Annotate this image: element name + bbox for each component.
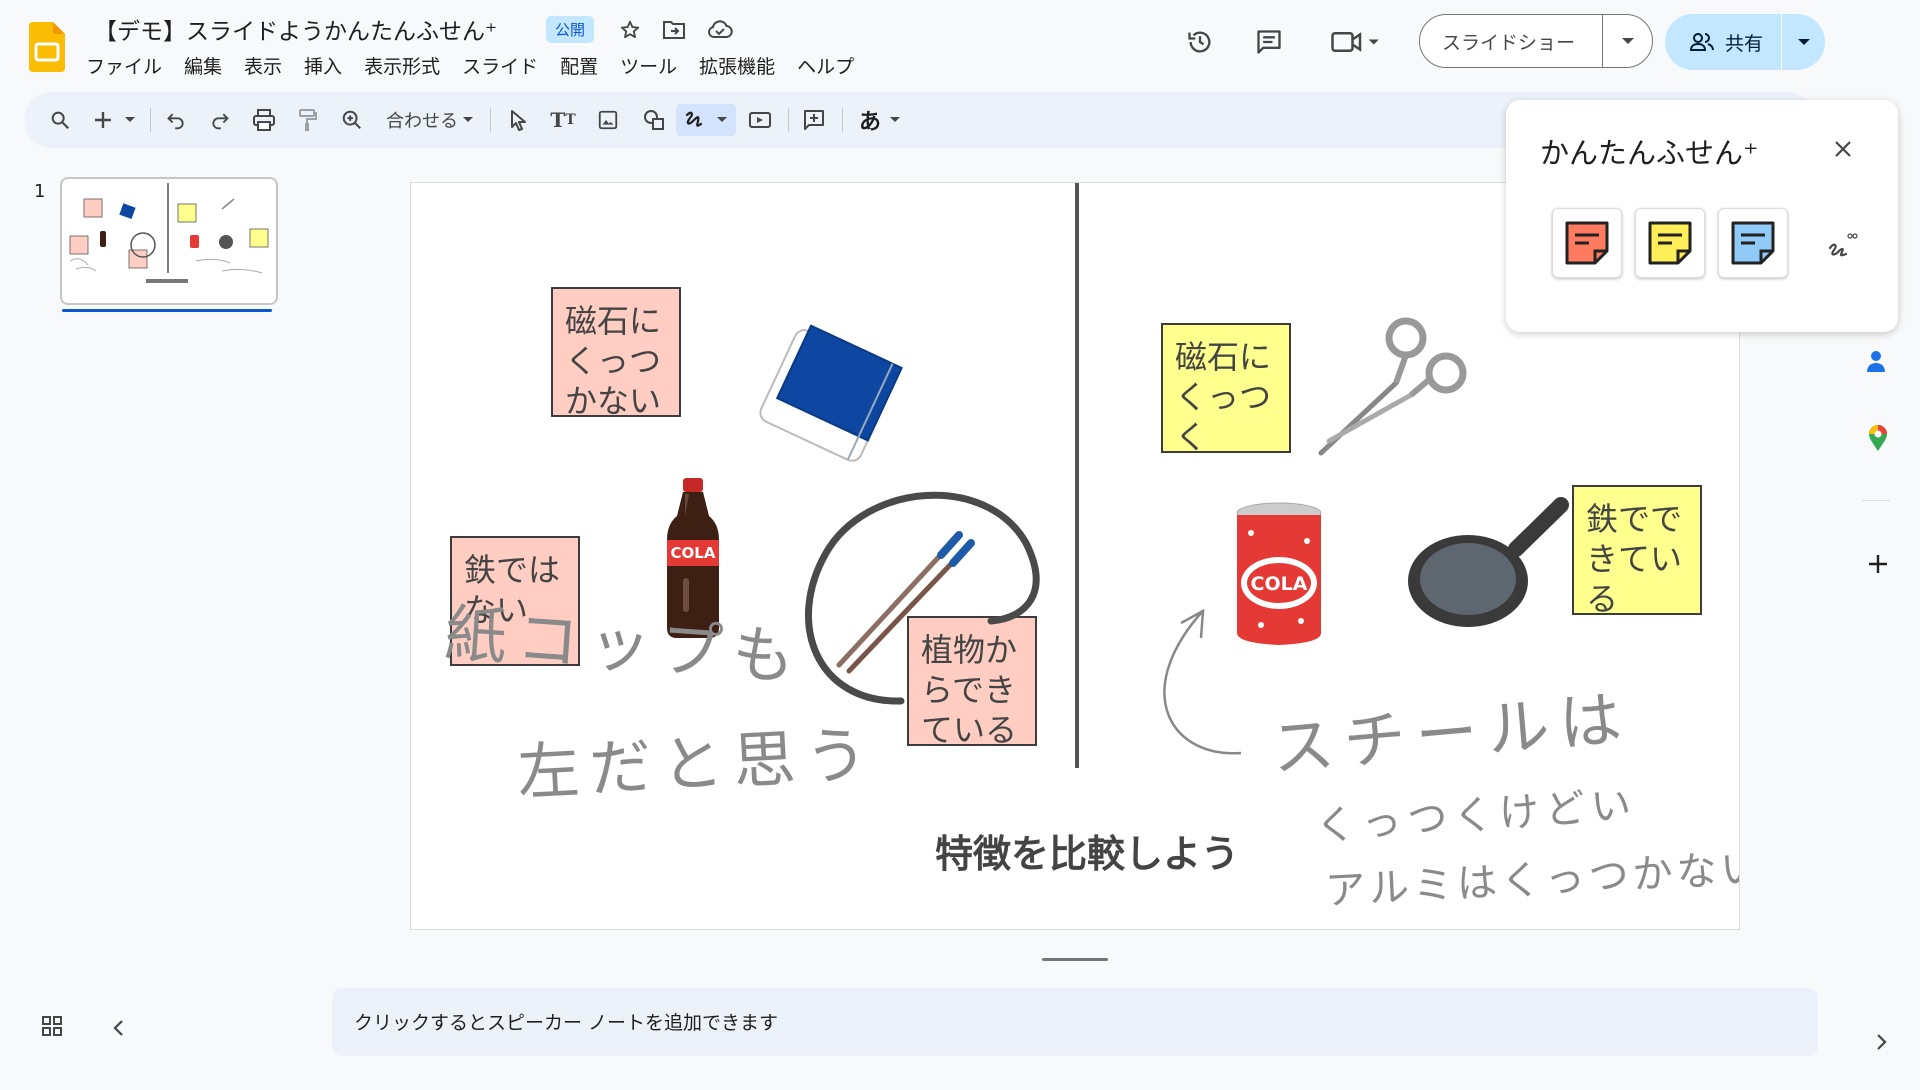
speaker-notes-placeholder: クリックするとスピーカー ノートを追加できます — [354, 1012, 779, 1034]
menu-help[interactable]: ヘルプ — [797, 52, 854, 79]
sticky-note-yellow-icon — [1648, 221, 1692, 265]
zoom-select[interactable]: 合わせる — [380, 104, 480, 136]
share-button[interactable]: 共有 — [1665, 14, 1825, 70]
close-icon[interactable] — [1828, 134, 1858, 164]
comment-add-icon[interactable] — [798, 104, 830, 136]
expand-panel-icon[interactable] — [1866, 1026, 1898, 1058]
menu-format[interactable]: 表示形式 — [364, 52, 440, 79]
share-main[interactable]: 共有 — [1665, 29, 1781, 56]
sticky-note-red-icon — [1565, 221, 1609, 265]
menu-view[interactable]: 表示 — [244, 52, 282, 79]
slide-caption[interactable]: 特徴を比較しよう — [935, 823, 1239, 878]
share-dropdown-icon[interactable] — [1782, 38, 1825, 46]
scissors-illustration — [1318, 317, 1467, 456]
version-history-icon[interactable] — [1186, 28, 1214, 56]
cola-bottle-label: COLA — [671, 544, 716, 562]
image-icon[interactable] — [592, 104, 624, 136]
new-slide-icon[interactable] — [90, 104, 142, 136]
sticky-note[interactable]: 磁石にくっつかない — [551, 287, 681, 420]
slideshow-dropdown-icon[interactable] — [1603, 37, 1652, 45]
zoom-label: 合わせる — [386, 111, 458, 132]
scribble-icon — [685, 111, 703, 127]
input-tools-label: あ — [858, 110, 881, 135]
menu-edit[interactable]: 編集 — [184, 52, 222, 79]
search-menus-icon[interactable] — [44, 104, 76, 136]
menu-insert[interactable]: 挿入 — [304, 52, 342, 79]
people-icon — [1689, 33, 1714, 51]
contacts-icon[interactable] — [1860, 346, 1892, 378]
handwriting-text: 左だと思う — [515, 717, 879, 810]
divider-line — [1075, 183, 1079, 768]
print-icon[interactable] — [248, 104, 280, 136]
sticky-note-red-button[interactable] — [1552, 208, 1622, 278]
handwriting-text: 紙コップも — [442, 596, 807, 695]
video-icon[interactable] — [744, 104, 776, 136]
redo-icon[interactable] — [204, 104, 236, 136]
paint-format-icon[interactable] — [292, 104, 324, 136]
eraser-illustration — [759, 324, 903, 462]
handwriting-text: スチールは — [1268, 681, 1634, 786]
panel-title: かんたんふせん⁺ — [1540, 136, 1759, 170]
zoom-icon[interactable] — [336, 104, 368, 136]
star-icon[interactable] — [616, 16, 644, 44]
slideshow-button[interactable]: スライドショー — [1419, 14, 1653, 68]
document-title[interactable]: 【デモ】スライドようかんたんふせん⁺ — [94, 12, 497, 46]
sticky-notes-panel: かんたんふせん⁺ — [1506, 100, 1898, 332]
slide-number: 1 — [34, 181, 46, 202]
speaker-notes-field[interactable]: クリックするとスピーカー ノートを追加できます — [332, 988, 1818, 1056]
slides-logo-icon[interactable] — [29, 22, 65, 72]
sticky-note[interactable]: 鉄でできている — [1572, 485, 1702, 618]
select-icon[interactable] — [502, 104, 534, 136]
menu-arrange[interactable]: 配置 — [560, 52, 598, 79]
scribble-tool[interactable] — [676, 104, 736, 136]
frying-pan-illustration — [1408, 497, 1569, 627]
share-label: 共有 — [1725, 32, 1764, 55]
text-box-icon[interactable]: TT — [546, 104, 580, 136]
menu-extensions[interactable]: 拡張機能 — [699, 52, 775, 79]
handwriting-text: アルミはくっつかない — [1324, 845, 1740, 915]
comments-icon[interactable] — [1255, 28, 1283, 56]
undo-icon[interactable] — [160, 104, 192, 136]
sticky-note-yellow-button[interactable] — [1635, 208, 1705, 278]
meet-icon[interactable] — [1330, 28, 1380, 56]
grid-view-icon[interactable] — [36, 1010, 68, 1042]
notes-resize-handle[interactable] — [1042, 958, 1108, 961]
slide-thumbnail[interactable] — [60, 177, 278, 305]
menu-bar: ファイル 編集 表示 挿入 表示形式 スライド 配置 ツール 拡張機能 ヘルプ — [86, 52, 854, 79]
collapse-filmstrip-icon[interactable] — [102, 1012, 134, 1044]
rail-divider — [1862, 500, 1890, 501]
thumbnail-selection-indicator — [62, 309, 272, 312]
sticky-note-blue-icon — [1731, 221, 1775, 265]
cloud-saved-icon[interactable] — [706, 16, 734, 44]
move-folder-icon[interactable] — [660, 16, 688, 44]
menu-file[interactable]: ファイル — [86, 52, 162, 79]
sticky-note[interactable]: 磁石にくっつく — [1161, 323, 1291, 456]
menu-tools[interactable]: ツール — [620, 52, 677, 79]
scribble-loop-icon[interactable] — [1824, 226, 1860, 262]
public-badge[interactable]: 公開 — [546, 16, 595, 43]
handwriting-text: くっつくけどい — [1314, 781, 1639, 851]
shape-icon[interactable] — [638, 104, 670, 136]
maps-icon[interactable] — [1862, 422, 1894, 454]
input-tools-menu[interactable]: あ — [852, 104, 908, 136]
chopsticks-illustration — [836, 531, 975, 674]
arrow-annotation — [1163, 608, 1242, 755]
add-addon-icon[interactable] — [1862, 548, 1894, 580]
sticky-note-blue-button[interactable] — [1718, 208, 1788, 278]
slideshow-label[interactable]: スライドショー — [1420, 28, 1602, 55]
menu-slide[interactable]: スライド — [462, 52, 538, 79]
